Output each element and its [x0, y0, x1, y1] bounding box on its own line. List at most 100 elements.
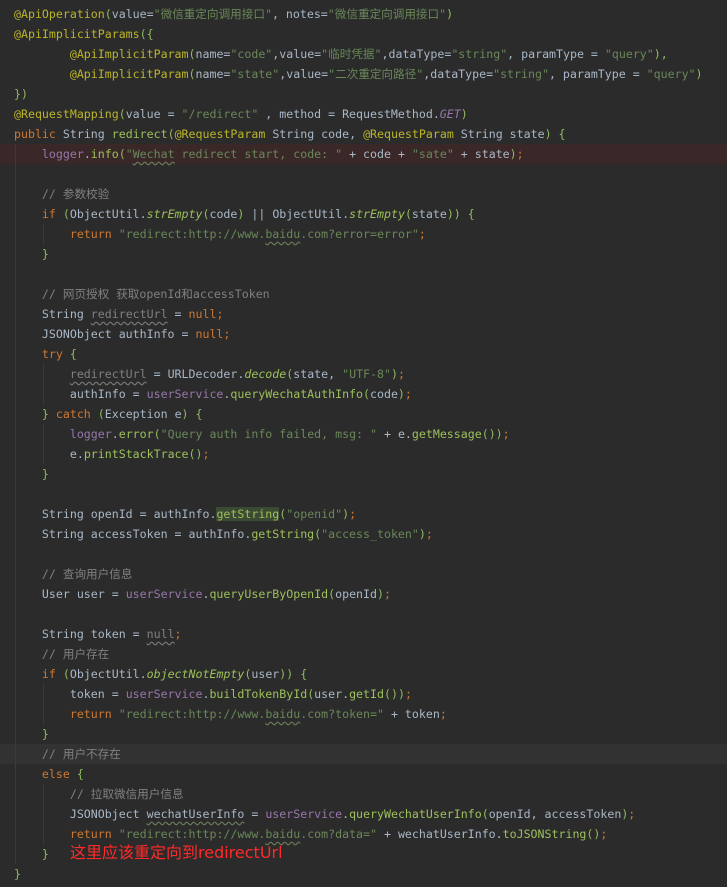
- code-line[interactable]: }: [0, 244, 727, 264]
- indent-guide: [15, 244, 16, 264]
- code-line[interactable]: token = userService.buildTokenById(user.…: [0, 684, 727, 704]
- code-line[interactable]: }: [0, 464, 727, 484]
- code-token: state: [411, 207, 447, 221]
- code-line[interactable]: @ApiOperation(value="微信重定向调用接口", notes="…: [0, 4, 727, 24]
- code-line[interactable]: [0, 264, 727, 284]
- indent-guide: [15, 444, 16, 464]
- code-line[interactable]: JSONObject authInfo = null;: [0, 324, 727, 344]
- code-token: ;: [349, 507, 357, 521]
- code-token: redirect: [111, 127, 168, 141]
- code-line[interactable]: [0, 604, 727, 624]
- code-token: {: [69, 347, 77, 361]
- code-line[interactable]: logger.error("Query auth info failed, ms…: [0, 424, 727, 444]
- code-line[interactable]: public String redirect(@RequestParam Str…: [0, 124, 727, 144]
- code-token: (: [481, 807, 489, 821]
- code-token: ;: [383, 587, 391, 601]
- code-token: , paramType =: [507, 47, 605, 61]
- code-line[interactable]: @ApiImplicitParam(name="code",value="临时凭…: [0, 44, 727, 64]
- indent-guide: [15, 284, 16, 304]
- code-token: ): [446, 7, 454, 21]
- code-line[interactable]: // 查询用户信息: [0, 564, 727, 584]
- code-line[interactable]: // 用户不存在: [0, 744, 727, 764]
- code-token: (: [404, 207, 412, 221]
- indent-guide: [15, 604, 16, 624]
- code-line[interactable]: return "redirect:http://www.baidu.com?er…: [0, 224, 727, 244]
- code-token: "query": [646, 67, 696, 81]
- code-token: + token: [383, 707, 440, 721]
- code-token: ()): [383, 687, 405, 701]
- code-line[interactable]: }: [0, 724, 727, 744]
- code-line[interactable]: if (ObjectUtil.strEmpty(code) || ObjectU…: [0, 204, 727, 224]
- code-line[interactable]: String accessToken = authInfo.getString(…: [0, 524, 727, 544]
- code-token: }: [41, 407, 56, 421]
- code-line[interactable]: logger.info("Wechat redirect start, code…: [0, 144, 727, 164]
- code-line[interactable]: // 网页授权 获取openId和accessToken: [0, 284, 727, 304]
- code-token: .com?token=": [300, 707, 384, 721]
- code-line[interactable]: }: [0, 864, 727, 884]
- code-line[interactable]: [0, 544, 727, 564]
- code-line[interactable]: }): [0, 84, 727, 104]
- indent-guide: [43, 684, 44, 704]
- code-token: String accessToken = authInfo.: [41, 527, 252, 541]
- code-token: // 拉取微信用户信息: [69, 787, 184, 801]
- code-line[interactable]: e.printStackTrace();: [0, 444, 727, 464]
- indent-guide: [15, 564, 16, 584]
- code-line[interactable]: @ApiImplicitParam(name="state",value="二次…: [0, 64, 727, 84]
- code-line[interactable]: if (ObjectUtil.objectNotEmpty(user)) {: [0, 664, 727, 684]
- code-token: ;: [202, 447, 210, 461]
- indent-guide: [15, 424, 16, 444]
- code-line[interactable]: // 用户存在: [0, 644, 727, 664]
- indent-guide: [43, 424, 44, 444]
- code-token: (: [188, 67, 196, 81]
- code-line[interactable]: else {: [0, 764, 727, 784]
- code-token: // 用户存在: [41, 647, 110, 661]
- code-token: return: [69, 827, 119, 841]
- code-line[interactable]: String redirectUrl = null;: [0, 304, 727, 324]
- code-line[interactable]: String openId = authInfo.getString("open…: [0, 504, 727, 524]
- code-line[interactable]: } catch (Exception e) {: [0, 404, 727, 424]
- indent-guide: [43, 364, 44, 384]
- code-line[interactable]: return "redirect:http://www.baidu.com?da…: [0, 824, 727, 844]
- code-line[interactable]: // 拉取微信用户信息: [0, 784, 727, 804]
- code-token: catch: [55, 407, 98, 421]
- code-token: e.: [69, 447, 84, 461]
- code-token: + code +: [342, 147, 412, 161]
- code-token: code: [209, 207, 238, 221]
- code-token: ;: [174, 627, 182, 641]
- code-token: redirectUrl: [90, 307, 168, 321]
- code-token: openId, accessToken: [488, 807, 622, 821]
- code-line[interactable]: // 参数校验: [0, 184, 727, 204]
- code-line[interactable]: JSONObject wechatUserInfo = userService.…: [0, 804, 727, 824]
- indent-guide: [43, 784, 44, 804]
- code-token: "二次重定向路径": [328, 67, 424, 81]
- code-line[interactable]: @ApiImplicitParams({: [0, 24, 727, 44]
- code-token: String code,: [272, 127, 364, 141]
- code-line[interactable]: authInfo = userService.queryWechatAuthIn…: [0, 384, 727, 404]
- code-line[interactable]: String token = null;: [0, 624, 727, 644]
- code-line[interactable]: [0, 164, 727, 184]
- indent-guide: [15, 404, 16, 424]
- code-token: null: [188, 307, 217, 321]
- code-line[interactable]: [0, 484, 727, 504]
- code-line[interactable]: @RequestMapping(value = "/redirect" , me…: [0, 104, 727, 124]
- code-line[interactable]: return "redirect:http://www.baidu.com?to…: [0, 704, 727, 724]
- indent-guide: [15, 504, 16, 524]
- code-token: Exception e: [104, 407, 182, 421]
- code-token: "微信重定向调用接口": [327, 7, 447, 21]
- code-editor[interactable]: @ApiOperation(value="微信重定向调用接口", notes="…: [0, 4, 727, 884]
- code-line[interactable]: redirectUrl = URLDecoder.decode(state, "…: [0, 364, 727, 384]
- code-token: strEmpty: [146, 207, 203, 221]
- code-line[interactable]: User user = userService.queryUserByOpenI…: [0, 584, 727, 604]
- code-token: getString: [251, 527, 315, 541]
- code-line[interactable]: try {: [0, 344, 727, 364]
- indent-guide: [15, 344, 16, 364]
